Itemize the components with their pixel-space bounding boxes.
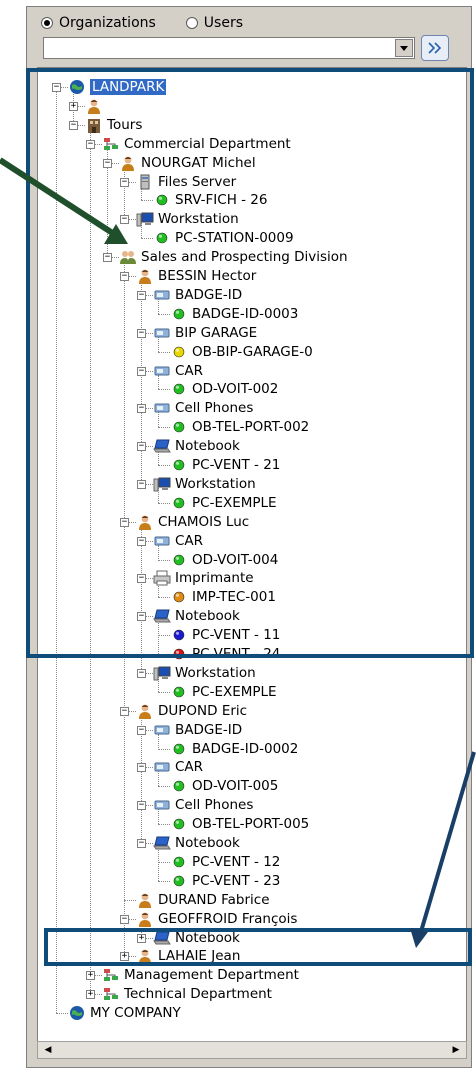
tree-node-label: DUPOND Eric: [158, 702, 248, 719]
tree-node[interactable]: Workstation: [153, 664, 256, 682]
tree-connector-line: [158, 748, 170, 750]
collapse-toggle-icon[interactable]: −: [137, 801, 146, 811]
collapse-toggle-icon[interactable]: −: [120, 706, 129, 716]
tree-connector-line: [56, 1013, 68, 1015]
tree-connector-line: [158, 691, 170, 693]
tree-node[interactable]: DUPOND Eric: [136, 702, 247, 720]
collapse-toggle-icon[interactable]: −: [137, 763, 146, 773]
combo-dropdown-button[interactable]: [395, 39, 413, 57]
tree-node[interactable]: MY COMPANY: [68, 1004, 181, 1022]
department-icon: [102, 986, 120, 1002]
tree-connector-line: [158, 786, 170, 788]
user-icon: [136, 703, 154, 719]
highlight-frame-lahaie-jean: [44, 928, 472, 966]
device-icon: [153, 722, 171, 738]
tree-node[interactable]: PC-VENT - 23: [170, 872, 280, 890]
tree-node[interactable]: PC-VENT - 12: [170, 853, 280, 871]
tree-node-label: Workstation: [175, 664, 256, 681]
status-dot-green: [170, 816, 188, 832]
tree-node[interactable]: Notebook: [153, 834, 240, 852]
tree-connector-line: [124, 899, 136, 901]
scroll-left-icon[interactable]: ◀: [42, 1044, 54, 1056]
user-icon: [136, 892, 154, 908]
double-chevron-right-icon: [428, 42, 442, 54]
tree-node[interactable]: BADGE-ID-0002: [170, 740, 298, 758]
collapse-toggle-icon[interactable]: −: [137, 839, 146, 848]
tree-node-label: PC-VENT - 23: [192, 872, 281, 889]
device-icon: [153, 759, 171, 775]
tree-connector-line: [158, 880, 170, 882]
chevron-down-icon: [400, 45, 408, 51]
radio-selected-dot: [44, 20, 50, 26]
tree-node-label: OD-VOIT-005: [192, 778, 279, 795]
status-dot-green: [170, 741, 188, 757]
tree-node-label: Technical Department: [124, 986, 272, 1003]
status-dot-green: [170, 684, 188, 700]
highlight-frame-sales-division: [26, 68, 474, 658]
radio-users-label[interactable]: Users: [204, 15, 243, 31]
status-dot-green: [170, 873, 188, 889]
tree-node[interactable]: Technical Department: [102, 985, 272, 1003]
tree-node-label: GEOFFROID François: [158, 910, 298, 927]
tree-connector-line: [158, 824, 170, 826]
tree-node[interactable]: OD-VOIT-005: [170, 777, 278, 795]
tree-node-label: BADGE-ID-0002: [192, 740, 299, 757]
tree-node[interactable]: Management Department: [102, 966, 299, 984]
tree-node[interactable]: PC-EXEMPLE: [170, 683, 277, 701]
collapse-toggle-icon[interactable]: −: [120, 914, 129, 924]
tree-connector-line: [158, 861, 170, 863]
tree-connector-line: [158, 847, 159, 881]
device-icon: [153, 797, 171, 813]
collapse-toggle-icon[interactable]: −: [137, 668, 146, 678]
tree-node[interactable]: OB-TEL-PORT-005: [170, 815, 309, 833]
tree-node-label: PC-EXEMPLE: [192, 683, 277, 700]
status-dot-green: [170, 778, 188, 794]
globe-icon: [68, 1005, 86, 1021]
tree-node-label: Cell Phones: [175, 797, 254, 814]
tree-node-label: Management Department: [124, 967, 299, 984]
user-icon: [136, 911, 154, 927]
go-button[interactable]: [421, 35, 449, 61]
search-combo[interactable]: [43, 37, 415, 59]
tree-node[interactable]: BADGE-ID: [153, 721, 242, 739]
tree-node[interactable]: CAR: [153, 758, 203, 776]
tree-node-label: MY COMPANY: [90, 1005, 181, 1022]
tree-node-label: OB-TEL-PORT-005: [192, 816, 310, 833]
tree-node[interactable]: Cell Phones: [153, 796, 253, 814]
scroll-right-icon[interactable]: ▶: [450, 1044, 462, 1056]
horizontal-scrollbar[interactable]: ◀ ▶: [37, 1041, 467, 1059]
department-icon: [102, 967, 120, 983]
status-dot-green: [170, 854, 188, 870]
expand-toggle-icon[interactable]: +: [86, 971, 95, 981]
tree-node-label: DURAND Fabrice: [158, 891, 270, 908]
radio-users[interactable]: [185, 17, 198, 29]
tree-node-label: CAR: [175, 759, 204, 776]
tree-node[interactable]: DURAND Fabrice: [136, 891, 270, 909]
radio-organizations[interactable]: [41, 17, 53, 29]
expand-toggle-icon[interactable]: +: [86, 990, 95, 1000]
tree-node[interactable]: GEOFFROID François: [136, 910, 297, 928]
tree-node-label: BADGE-ID: [175, 721, 243, 738]
view-mode-radios: Organizations Users: [41, 13, 273, 33]
collapse-toggle-icon[interactable]: −: [137, 725, 146, 735]
radio-organizations-label[interactable]: Organizations: [59, 15, 156, 31]
notebook-icon: [153, 835, 171, 851]
tree-node-label: PC-VENT - 12: [192, 853, 281, 870]
tree-node-label: Notebook: [175, 835, 240, 851]
workstation-icon: [153, 665, 171, 681]
